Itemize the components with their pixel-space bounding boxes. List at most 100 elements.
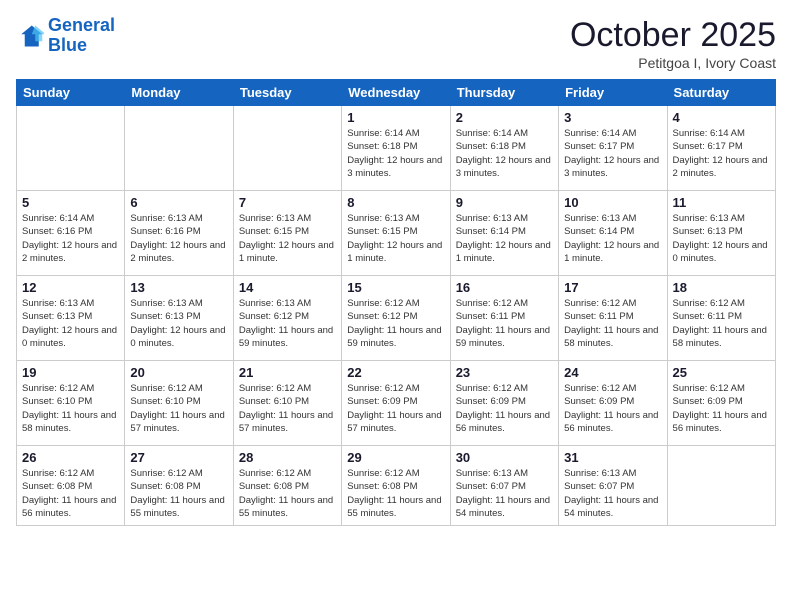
day-number: 24 xyxy=(564,365,661,380)
day-detail: Sunrise: 6:14 AM Sunset: 6:18 PM Dayligh… xyxy=(347,127,444,180)
calendar-cell: 11 Sunrise: 6:13 AM Sunset: 6:13 PM Dayli… xyxy=(667,191,775,276)
day-number: 8 xyxy=(347,195,444,210)
day-number: 19 xyxy=(22,365,119,380)
day-number: 10 xyxy=(564,195,661,210)
day-detail: Sunrise: 6:12 AM Sunset: 6:10 PM Dayligh… xyxy=(130,382,227,435)
day-number: 31 xyxy=(564,450,661,465)
calendar-cell: 15Sunrise: 6:12 AM Sunset: 6:12 PM Dayli… xyxy=(342,276,450,361)
calendar-cell: 3 Sunrise: 6:14 AM Sunset: 6:17 PM Daylig… xyxy=(559,106,667,191)
calendar-cell: 24 Sunrise: 6:12 AM Sunset: 6:09 PM Dayli… xyxy=(559,361,667,446)
day-number: 23 xyxy=(456,365,553,380)
calendar-cell: 4Sunrise: 6:14 AM Sunset: 6:17 PM Daylig… xyxy=(667,106,775,191)
day-number: 17 xyxy=(564,280,661,295)
day-number: 25 xyxy=(673,365,770,380)
calendar-week-row: 26 Sunrise: 6:12 AM Sunset: 6:08 PM Dayli… xyxy=(17,446,776,526)
day-detail: Sunrise: 6:12 AM Sunset: 6:09 PM Dayligh… xyxy=(347,382,444,435)
calendar-cell: 25Sunrise: 6:12 AM Sunset: 6:09 PM Dayli… xyxy=(667,361,775,446)
day-number: 21 xyxy=(239,365,336,380)
col-thursday: Thursday xyxy=(450,80,558,106)
logo-icon xyxy=(16,22,44,50)
logo: General Blue xyxy=(16,16,115,56)
day-detail: Sunrise: 6:13 AM Sunset: 6:15 PM Dayligh… xyxy=(347,212,444,265)
calendar: Sunday Monday Tuesday Wednesday Thursday… xyxy=(16,79,776,526)
calendar-cell: 21 Sunrise: 6:12 AM Sunset: 6:10 PM Dayli… xyxy=(233,361,341,446)
day-number: 7 xyxy=(239,195,336,210)
day-detail: Sunrise: 6:12 AM Sunset: 6:09 PM Dayligh… xyxy=(456,382,553,435)
page-container: General Blue October 2025 Petitgoa I, Iv… xyxy=(0,0,792,536)
calendar-week-row: 1 Sunrise: 6:14 AM Sunset: 6:18 PM Daylig… xyxy=(17,106,776,191)
day-number: 1 xyxy=(347,110,444,125)
calendar-cell: 22 Sunrise: 6:12 AM Sunset: 6:09 PM Dayli… xyxy=(342,361,450,446)
calendar-cell: 14 Sunrise: 6:13 AM Sunset: 6:12 PM Dayli… xyxy=(233,276,341,361)
day-number: 26 xyxy=(22,450,119,465)
calendar-cell: 6Sunrise: 6:13 AM Sunset: 6:16 PM Daylig… xyxy=(125,191,233,276)
calendar-body: 1 Sunrise: 6:14 AM Sunset: 6:18 PM Daylig… xyxy=(17,106,776,526)
calendar-cell: 31 Sunrise: 6:13 AM Sunset: 6:07 PM Dayli… xyxy=(559,446,667,526)
day-number: 22 xyxy=(347,365,444,380)
calendar-cell: 16 Sunrise: 6:12 AM Sunset: 6:11 PM Dayli… xyxy=(450,276,558,361)
calendar-cell: 12 Sunrise: 6:13 AM Sunset: 6:13 PM Dayli… xyxy=(17,276,125,361)
calendar-cell: 7 Sunrise: 6:13 AM Sunset: 6:15 PM Daylig… xyxy=(233,191,341,276)
day-detail: Sunrise: 6:12 AM Sunset: 6:11 PM Dayligh… xyxy=(456,297,553,350)
col-wednesday: Wednesday xyxy=(342,80,450,106)
day-detail: Sunrise: 6:13 AM Sunset: 6:07 PM Dayligh… xyxy=(456,467,553,520)
day-number: 9 xyxy=(456,195,553,210)
day-number: 5 xyxy=(22,195,119,210)
day-detail: Sunrise: 6:13 AM Sunset: 6:15 PM Dayligh… xyxy=(239,212,336,265)
day-number: 28 xyxy=(239,450,336,465)
calendar-cell: 1 Sunrise: 6:14 AM Sunset: 6:18 PM Daylig… xyxy=(342,106,450,191)
day-number: 20 xyxy=(130,365,227,380)
day-detail: Sunrise: 6:13 AM Sunset: 6:13 PM Dayligh… xyxy=(130,297,227,350)
day-number: 30 xyxy=(456,450,553,465)
day-detail: Sunrise: 6:13 AM Sunset: 6:13 PM Dayligh… xyxy=(22,297,119,350)
day-number: 16 xyxy=(456,280,553,295)
calendar-cell: 29 Sunrise: 6:12 AM Sunset: 6:08 PM Dayli… xyxy=(342,446,450,526)
day-number: 29 xyxy=(347,450,444,465)
calendar-cell: 8 Sunrise: 6:13 AM Sunset: 6:15 PM Daylig… xyxy=(342,191,450,276)
calendar-cell: 9Sunrise: 6:13 AM Sunset: 6:14 PM Daylig… xyxy=(450,191,558,276)
title-block: October 2025 Petitgoa I, Ivory Coast xyxy=(570,16,776,71)
day-number: 12 xyxy=(22,280,119,295)
day-detail: Sunrise: 6:12 AM Sunset: 6:08 PM Dayligh… xyxy=(239,467,336,520)
day-detail: Sunrise: 6:14 AM Sunset: 6:17 PM Dayligh… xyxy=(564,127,661,180)
logo-line2: Blue xyxy=(48,35,87,55)
day-detail: Sunrise: 6:12 AM Sunset: 6:10 PM Dayligh… xyxy=(22,382,119,435)
calendar-cell xyxy=(17,106,125,191)
calendar-cell xyxy=(667,446,775,526)
day-detail: Sunrise: 6:12 AM Sunset: 6:08 PM Dayligh… xyxy=(347,467,444,520)
day-detail: Sunrise: 6:13 AM Sunset: 6:07 PM Dayligh… xyxy=(564,467,661,520)
col-friday: Friday xyxy=(559,80,667,106)
day-detail: Sunrise: 6:12 AM Sunset: 6:09 PM Dayligh… xyxy=(564,382,661,435)
day-number: 3 xyxy=(564,110,661,125)
day-number: 14 xyxy=(239,280,336,295)
calendar-cell xyxy=(233,106,341,191)
day-detail: Sunrise: 6:12 AM Sunset: 6:08 PM Dayligh… xyxy=(22,467,119,520)
col-tuesday: Tuesday xyxy=(233,80,341,106)
logo-line1: General xyxy=(48,15,115,35)
calendar-cell: 20 Sunrise: 6:12 AM Sunset: 6:10 PM Dayli… xyxy=(125,361,233,446)
calendar-cell: 23 Sunrise: 6:12 AM Sunset: 6:09 PM Dayli… xyxy=(450,361,558,446)
day-detail: Sunrise: 6:14 AM Sunset: 6:18 PM Dayligh… xyxy=(456,127,553,180)
day-number: 27 xyxy=(130,450,227,465)
day-number: 13 xyxy=(130,280,227,295)
day-detail: Sunrise: 6:12 AM Sunset: 6:11 PM Dayligh… xyxy=(673,297,770,350)
day-detail: Sunrise: 6:12 AM Sunset: 6:11 PM Dayligh… xyxy=(564,297,661,350)
day-detail: Sunrise: 6:13 AM Sunset: 6:12 PM Dayligh… xyxy=(239,297,336,350)
calendar-week-row: 12 Sunrise: 6:13 AM Sunset: 6:13 PM Dayli… xyxy=(17,276,776,361)
day-detail: Sunrise: 6:12 AM Sunset: 6:08 PM Dayligh… xyxy=(130,467,227,520)
calendar-week-row: 5 Sunrise: 6:14 AM Sunset: 6:16 PM Daylig… xyxy=(17,191,776,276)
day-detail: Sunrise: 6:12 AM Sunset: 6:12 PM Dayligh… xyxy=(347,297,444,350)
day-detail: Sunrise: 6:12 AM Sunset: 6:10 PM Dayligh… xyxy=(239,382,336,435)
day-detail: Sunrise: 6:13 AM Sunset: 6:13 PM Dayligh… xyxy=(673,212,770,265)
weekday-header-row: Sunday Monday Tuesday Wednesday Thursday… xyxy=(17,80,776,106)
calendar-cell: 17 Sunrise: 6:12 AM Sunset: 6:11 PM Dayli… xyxy=(559,276,667,361)
day-detail: Sunrise: 6:13 AM Sunset: 6:14 PM Dayligh… xyxy=(564,212,661,265)
day-number: 11 xyxy=(673,195,770,210)
col-saturday: Saturday xyxy=(667,80,775,106)
calendar-cell: 2Sunrise: 6:14 AM Sunset: 6:18 PM Daylig… xyxy=(450,106,558,191)
day-detail: Sunrise: 6:14 AM Sunset: 6:16 PM Dayligh… xyxy=(22,212,119,265)
day-detail: Sunrise: 6:14 AM Sunset: 6:17 PM Dayligh… xyxy=(673,127,770,180)
calendar-cell: 5 Sunrise: 6:14 AM Sunset: 6:16 PM Daylig… xyxy=(17,191,125,276)
calendar-cell xyxy=(125,106,233,191)
col-sunday: Sunday xyxy=(17,80,125,106)
